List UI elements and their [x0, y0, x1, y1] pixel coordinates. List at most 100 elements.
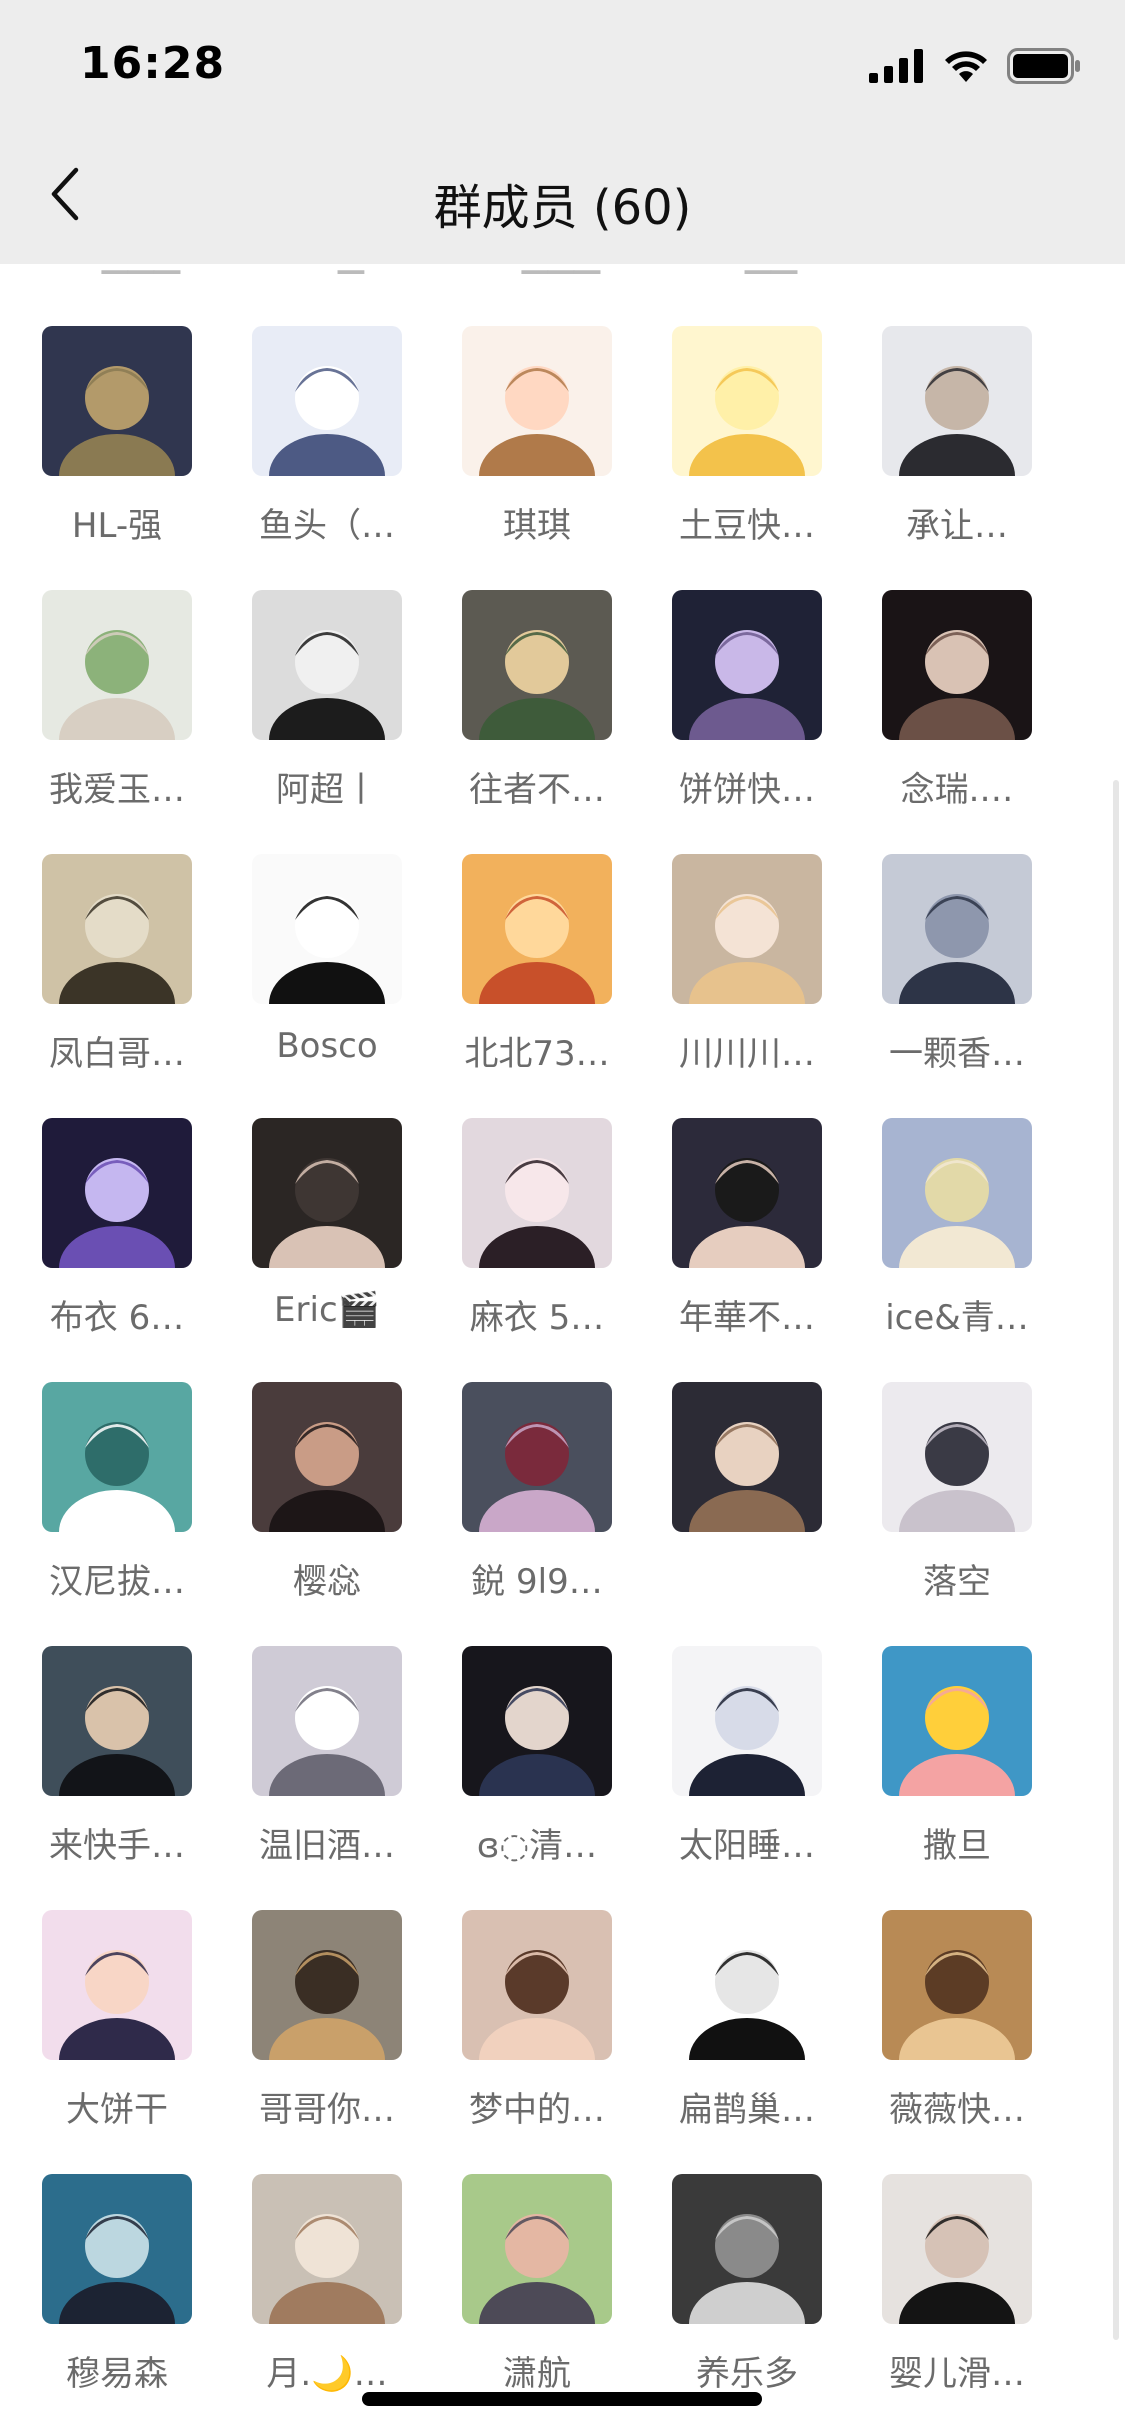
member-item[interactable]: HL-强	[17, 326, 217, 590]
member-item[interactable]: 念瑞.…	[857, 590, 1057, 854]
member-item[interactable]: 扁鹊巢…	[647, 1910, 847, 2174]
member-name: HL-强	[71, 506, 163, 546]
member-avatar[interactable]	[882, 1646, 1032, 1796]
member-avatar[interactable]	[462, 1382, 612, 1532]
member-avatar[interactable]	[672, 1382, 822, 1532]
member-item[interactable]: 太阳睡…	[647, 1646, 847, 1910]
member-avatar[interactable]	[462, 326, 612, 476]
member-name: 一颗香…	[889, 1034, 1025, 1074]
member-item[interactable]: 汉尼拔…	[17, 1382, 217, 1646]
member-avatar[interactable]	[672, 1646, 822, 1796]
member-item[interactable]: 婴儿滑…	[857, 2174, 1057, 2436]
member-item[interactable]: 往者不…	[437, 590, 637, 854]
member-avatar[interactable]	[252, 590, 402, 740]
status-time: 16:28	[80, 38, 226, 89]
member-name: 土豆快…	[679, 506, 815, 546]
member-name: 大饼干	[66, 2090, 168, 2130]
member-avatar[interactable]	[672, 326, 822, 476]
member-item[interactable]: 一颗香…	[857, 854, 1057, 1118]
member-avatar[interactable]	[252, 854, 402, 1004]
member-avatar[interactable]	[252, 1382, 402, 1532]
member-item[interactable]: 琪琪	[437, 326, 637, 590]
member-avatar[interactable]	[252, 326, 402, 476]
member-avatar[interactable]	[672, 1118, 822, 1268]
member-avatar[interactable]	[882, 590, 1032, 740]
member-avatar[interactable]	[882, 1382, 1032, 1532]
member-name: 往者不…	[469, 770, 605, 810]
member-item[interactable]: 薇薇快…	[857, 1910, 1057, 2174]
screen: 16:28 群成员 (60) HL-强 鱼头（… 琪琪 土豆快… 承让… 我爱玉…	[0, 0, 1125, 2436]
member-avatar[interactable]	[882, 854, 1032, 1004]
home-indicator[interactable]	[362, 2392, 762, 2406]
member-item[interactable]: 鋭 9l9…	[437, 1382, 637, 1646]
member-item[interactable]: 撒旦	[857, 1646, 1057, 1910]
member-item[interactable]: 穆易森	[17, 2174, 217, 2436]
member-item[interactable]: 布衣 6…	[17, 1118, 217, 1382]
member-avatar[interactable]	[42, 590, 192, 740]
member-name: 扁鹊巢…	[679, 2090, 815, 2130]
member-avatar[interactable]	[672, 2174, 822, 2324]
member-avatar[interactable]	[252, 1910, 402, 2060]
member-name: 月.🌙…	[266, 2354, 388, 2394]
member-item[interactable]: 鱼头（…	[227, 326, 427, 590]
member-avatar[interactable]	[42, 326, 192, 476]
member-item[interactable]: Bosco	[227, 854, 427, 1118]
member-name: 哥哥你…	[259, 2090, 395, 2130]
member-item[interactable]	[647, 1382, 847, 1646]
member-avatar[interactable]	[462, 590, 612, 740]
member-name: 养乐多	[696, 2354, 798, 2394]
member-item[interactable]: 来快手…	[17, 1646, 217, 1910]
member-item[interactable]: 哥哥你…	[227, 1910, 427, 2174]
member-item[interactable]: 川川川…	[647, 854, 847, 1118]
member-avatar[interactable]	[462, 1646, 612, 1796]
member-avatar[interactable]	[462, 1910, 612, 2060]
member-avatar[interactable]	[672, 854, 822, 1004]
member-avatar[interactable]	[42, 2174, 192, 2324]
page-title: 群成员 (60)	[433, 180, 692, 236]
member-item[interactable]: 麻衣 5…	[437, 1118, 637, 1382]
member-name: 承让…	[906, 506, 1008, 546]
member-name: 薇薇快…	[889, 2090, 1025, 2130]
member-avatar[interactable]	[672, 590, 822, 740]
member-avatar[interactable]	[42, 1910, 192, 2060]
member-avatar[interactable]	[882, 1118, 1032, 1268]
member-item[interactable]: ice&青…	[857, 1118, 1057, 1382]
member-item[interactable]: 饼饼快…	[647, 590, 847, 854]
member-item[interactable]: 樱惢	[227, 1382, 427, 1646]
member-avatar[interactable]	[882, 2174, 1032, 2324]
member-avatar[interactable]	[42, 1382, 192, 1532]
member-avatar[interactable]	[462, 1118, 612, 1268]
member-item[interactable]: 北北73…	[437, 854, 637, 1118]
wifi-icon	[943, 49, 989, 87]
member-name: 温旧酒…	[259, 1826, 395, 1866]
member-item[interactable]: 土豆快…	[647, 326, 847, 590]
member-item[interactable]: Eric🎬	[227, 1118, 427, 1382]
member-avatar[interactable]	[252, 1646, 402, 1796]
member-avatar[interactable]	[42, 1646, 192, 1796]
member-item[interactable]: 阿超丨	[227, 590, 427, 854]
member-name: 鱼头（…	[259, 506, 395, 546]
member-item[interactable]: 凤白哥…	[17, 854, 217, 1118]
member-avatar[interactable]	[252, 1118, 402, 1268]
member-item[interactable]: 我爱玉…	[17, 590, 217, 854]
member-avatar[interactable]	[462, 2174, 612, 2324]
status-icons	[869, 48, 1081, 88]
member-name: 麻衣 5…	[469, 1298, 605, 1338]
member-avatar[interactable]	[252, 2174, 402, 2324]
scrollbar[interactable]	[1113, 780, 1119, 2340]
member-avatar[interactable]	[462, 854, 612, 1004]
member-item[interactable]: 温旧酒…	[227, 1646, 427, 1910]
member-avatar[interactable]	[882, 1910, 1032, 2060]
member-item[interactable]: 梦中的…	[437, 1910, 637, 2174]
member-name: 撒旦	[923, 1826, 991, 1866]
member-item[interactable]: 年華不…	[647, 1118, 847, 1382]
member-avatar[interactable]	[42, 854, 192, 1004]
member-avatar[interactable]	[882, 326, 1032, 476]
member-item[interactable]: 落空	[857, 1382, 1057, 1646]
member-item[interactable]: ɞ◌清…	[437, 1646, 637, 1910]
member-item[interactable]: 承让…	[857, 326, 1057, 590]
member-avatar[interactable]	[672, 1910, 822, 2060]
member-name: 琪琪	[503, 506, 571, 546]
member-avatar[interactable]	[42, 1118, 192, 1268]
member-item[interactable]: 大饼干	[17, 1910, 217, 2174]
